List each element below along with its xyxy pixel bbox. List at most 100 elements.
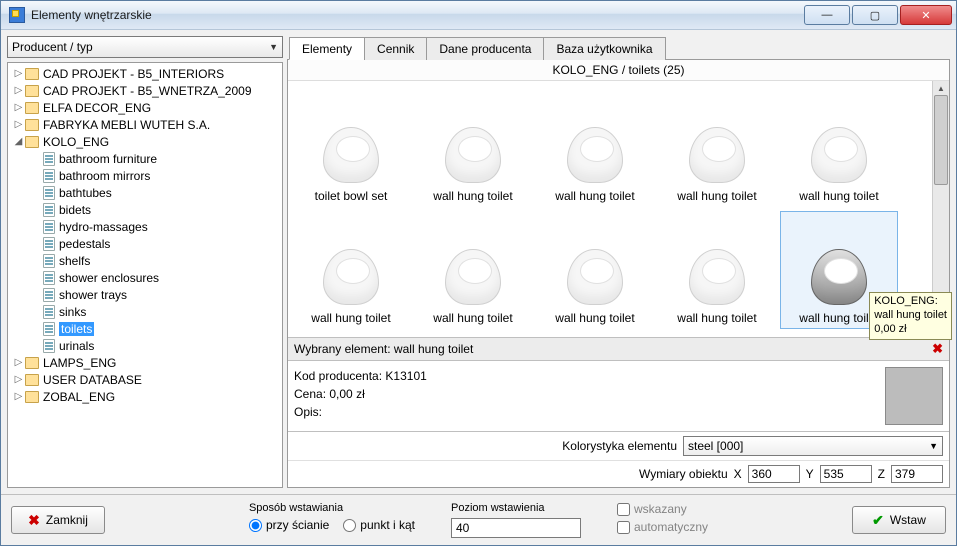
thumbnail-item[interactable]: wall hung toilet (536, 89, 654, 207)
maximize-button[interactable]: ▢ (852, 5, 898, 25)
toilet-icon (811, 127, 867, 183)
tree-item[interactable]: ▷CAD PROJEKT - B5_INTERIORS (8, 65, 282, 82)
tree-item[interactable]: shower enclosures (8, 269, 282, 286)
tree-item-label: pedestals (59, 237, 110, 251)
thumbnail-item[interactable]: wall hung toilet (292, 211, 410, 329)
scroll-up-icon[interactable]: ▲ (933, 81, 949, 95)
tree-item-label: FABRYKA MEBLI WUTEH S.A. (43, 118, 210, 132)
thumbnail-label: wall hung toilet (433, 189, 512, 203)
tree-item[interactable]: ▷ USER DATABASE (8, 371, 282, 388)
selected-element-label: Wybrany element: wall hung toilet (294, 342, 473, 356)
tree-item[interactable]: ▷ LAMPS_ENG (8, 354, 282, 371)
color-value: steel [000] (688, 439, 743, 453)
tree-item[interactable]: hydro-massages (8, 218, 282, 235)
minimize-button[interactable]: — (804, 5, 850, 25)
tree-item-label: USER DATABASE (43, 373, 142, 387)
folder-icon (25, 119, 39, 131)
expander-icon[interactable]: ▷ (12, 391, 25, 402)
color-dropdown[interactable]: steel [000] ▼ (683, 436, 943, 456)
tree-item-label: KOLO_ENG (43, 135, 109, 149)
tree-item[interactable]: bathtubes (8, 184, 282, 201)
tab[interactable]: Baza użytkownika (543, 37, 665, 60)
detail-text: Kod producenta: K13101 Cena: 0,00 zł Opi… (294, 367, 877, 425)
tree-item[interactable]: shelfs (8, 252, 282, 269)
tree-item[interactable]: ▷ CAD PROJEKT - B5_WNETRZA_2009 (8, 82, 282, 99)
tree-item[interactable]: bathroom furniture (8, 150, 282, 167)
expander-icon[interactable]: ▷ (12, 357, 25, 368)
app-window: Elementy wnętrzarskie — ▢ ✕ Producent / … (0, 0, 957, 546)
expander-icon[interactable]: ▷ (12, 119, 25, 130)
folder-icon (25, 391, 39, 403)
thumbnail-item[interactable]: wall hung toilet (780, 89, 898, 207)
check-automatic[interactable]: automatyczny (617, 520, 708, 534)
folder-icon (25, 136, 39, 148)
window-title: Elementy wnętrzarskie (31, 8, 804, 22)
thumbnail-item[interactable]: wall hung toilet (414, 89, 532, 207)
expander-icon[interactable]: ▷ (12, 85, 25, 96)
dim-y-input[interactable] (820, 465, 872, 483)
thumbnail-label: wall hung toilet (555, 189, 634, 203)
file-icon (43, 322, 55, 336)
thumbnail-image (677, 109, 757, 183)
close-button[interactable]: ✕ (900, 5, 952, 25)
insert-level-input[interactable] (451, 518, 581, 538)
scrollbar-thumb[interactable] (934, 95, 948, 185)
toilet-icon (689, 249, 745, 305)
titlebar: Elementy wnętrzarskie — ▢ ✕ (1, 1, 956, 30)
file-icon (43, 271, 55, 285)
category-tree[interactable]: ▷CAD PROJEKT - B5_INTERIORS▷CAD PROJEKT … (7, 62, 283, 488)
expander-icon[interactable]: ▷ (12, 68, 25, 79)
close-dialog-button[interactable]: ✖ Zamknij (11, 506, 105, 534)
thumbnail-label: wall hung toilet (555, 311, 634, 325)
tree-item[interactable]: toilets (8, 320, 282, 337)
thumbnail-image (677, 231, 757, 305)
toilet-icon (567, 127, 623, 183)
expander-icon[interactable]: ◢ (12, 136, 25, 147)
tree-item-label: bathroom mirrors (59, 169, 150, 183)
check-indicated[interactable]: wskazany (617, 502, 708, 516)
thumbnail-image (799, 109, 879, 183)
toilet-icon (323, 249, 379, 305)
dim-z-input[interactable] (891, 465, 943, 483)
tree-item[interactable]: urinals (8, 337, 282, 354)
thumbnail-item[interactable]: wall hung toilet (658, 211, 776, 329)
producer-type-dropdown[interactable]: Producent / typ ▼ (7, 36, 283, 58)
expander-icon[interactable]: ▷ (12, 102, 25, 113)
tree-item-label: LAMPS_ENG (43, 356, 116, 370)
color-label: Kolorystyka elementu (562, 439, 677, 453)
insert-mode-label: Sposób wstawiania (249, 502, 415, 514)
toilet-icon (567, 249, 623, 305)
tree-item[interactable]: pedestals (8, 235, 282, 252)
insert-button[interactable]: ✔ Wstaw (852, 506, 946, 534)
thumbnail-item[interactable]: wall hung toilet (536, 211, 654, 329)
radio-by-wall[interactable]: przy ścianie (249, 518, 329, 532)
dim-x-input[interactable] (748, 465, 800, 483)
tree-item[interactable]: ▷ZOBAL_ENG (8, 388, 282, 405)
tree-item[interactable]: bidets (8, 201, 282, 218)
tab[interactable]: Elementy (289, 37, 365, 60)
tree-item[interactable]: bathroom mirrors (8, 167, 282, 184)
tab[interactable]: Cennik (364, 37, 427, 60)
thumbnail-gallery[interactable]: toilet bowl setwall hung toiletwall hung… (288, 81, 932, 337)
thumbnail-item[interactable]: wall hung toilet (658, 89, 776, 207)
file-icon (43, 220, 55, 234)
thumbnail-image (799, 231, 879, 305)
tree-item-label: CAD PROJEKT - B5_WNETRZA_2009 (43, 84, 252, 98)
tree-item[interactable]: ▷ FABRYKA MEBLI WUTEH S.A. (8, 116, 282, 133)
tab[interactable]: Dane producenta (426, 37, 544, 60)
toilet-icon (689, 127, 745, 183)
thumbnail-item[interactable]: toilet bowl set (292, 89, 410, 207)
insert-level-label: Poziom wstawienia (451, 502, 581, 514)
tree-item[interactable]: ▷ELFA DECOR_ENG (8, 99, 282, 116)
radio-point-angle[interactable]: punkt i kąt (343, 518, 415, 532)
expander-icon[interactable]: ▷ (12, 374, 25, 385)
tree-item-label: shower trays (59, 288, 127, 302)
thumbnail-image (311, 231, 391, 305)
tree-item[interactable]: shower trays (8, 286, 282, 303)
clear-selection-icon[interactable]: ✖ (932, 341, 943, 357)
tree-item[interactable]: sinks (8, 303, 282, 320)
tree-item[interactable]: ◢ KOLO_ENG (8, 133, 282, 150)
file-icon (43, 237, 55, 251)
toilet-icon (445, 249, 501, 305)
thumbnail-item[interactable]: wall hung toilet (414, 211, 532, 329)
